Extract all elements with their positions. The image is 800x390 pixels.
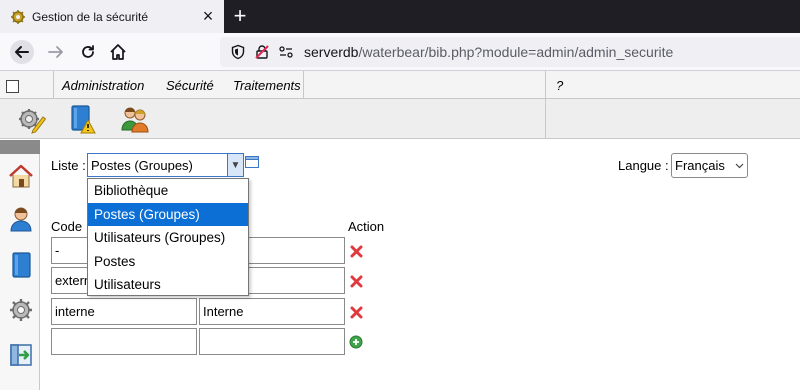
sidebar-settings-button[interactable] (6, 295, 36, 325)
back-button[interactable] (8, 38, 36, 66)
forward-arrow-icon (48, 46, 63, 58)
new-label-input[interactable] (199, 328, 345, 355)
user-icon (10, 207, 32, 232)
dropdown-option-utilisateurs[interactable]: Utilisateurs (88, 273, 248, 297)
dropdown-option-postes-groupes[interactable]: Postes (Groupes) (88, 202, 248, 226)
sidebar-user-button[interactable] (6, 204, 36, 234)
toolbar-divider (545, 99, 546, 139)
langue-select[interactable]: Français (671, 153, 748, 178)
delete-icon[interactable] (348, 304, 364, 320)
liste-select-value: Postes (Groupes) (91, 157, 193, 173)
code-input[interactable]: interne (51, 298, 197, 325)
window-icon[interactable] (245, 156, 259, 168)
langue-select-value: Français (675, 158, 725, 173)
tab-title: Gestion de la sécurité (32, 9, 149, 24)
sidebar-header-bar (0, 140, 40, 154)
home-nav-icon (110, 44, 126, 60)
url-text: serverdb/waterbear/bib.php?module=admin/… (304, 44, 673, 60)
settings-icon (10, 299, 32, 321)
liste-label: Liste : (51, 158, 86, 173)
app-toolbar (0, 99, 800, 139)
settings-pencil-icon (19, 109, 46, 134)
forward-button[interactable] (42, 38, 70, 66)
book-warning-icon (71, 105, 96, 134)
sidebar-book-button[interactable] (6, 250, 36, 280)
liste-dropdown: Bibliothèque Postes (Groupes) Utilisateu… (87, 178, 249, 296)
langue-label: Langue : (618, 158, 669, 173)
shield-icon[interactable] (228, 42, 248, 62)
delete-icon[interactable] (348, 243, 364, 259)
label-input[interactable]: Interne (199, 298, 345, 325)
menu-item-traitements[interactable]: Traitements (233, 78, 301, 93)
menu-item-securite[interactable]: Sécurité (166, 78, 214, 93)
url-host: serverdb (304, 44, 359, 60)
back-arrow-icon (10, 40, 34, 64)
new-code-input[interactable] (51, 328, 197, 355)
sidebar-exit-button[interactable] (6, 340, 36, 370)
left-sidebar (0, 140, 40, 390)
gear-favicon-icon (10, 9, 26, 25)
browser-navbar: serverdb/waterbear/bib.php?module=admin/… (0, 33, 800, 71)
browser-tab[interactable]: Gestion de la sécurité × (0, 0, 224, 33)
book-warning-button[interactable] (65, 103, 99, 135)
exit-icon (10, 344, 32, 366)
column-header-code: Code (51, 219, 83, 234)
insecure-lock-icon[interactable] (252, 42, 272, 62)
menu-divider (545, 71, 546, 98)
home-button[interactable] (104, 38, 132, 66)
add-icon[interactable] (348, 334, 364, 350)
chevron-down-icon (731, 154, 747, 177)
home-icon (9, 164, 33, 188)
column-header-action: Action (348, 219, 385, 234)
menu-divider (303, 71, 304, 98)
liste-select[interactable]: Postes (Groupes) ▼ (87, 153, 244, 177)
menu-checkbox[interactable] (6, 80, 19, 93)
dropdown-option-utilisateurs-groupes[interactable]: Utilisateurs (Groupes) (88, 226, 248, 250)
reload-icon (82, 45, 94, 58)
address-bar[interactable]: serverdb/waterbear/bib.php?module=admin/… (220, 37, 800, 67)
menu-item-administration[interactable]: Administration (62, 78, 144, 93)
users-button[interactable] (118, 103, 152, 135)
dropdown-option-postes[interactable]: Postes (88, 250, 248, 274)
permissions-icon[interactable] (276, 42, 296, 62)
dropdown-option-bibliotheque[interactable]: Bibliothèque (88, 179, 248, 203)
browser-tabbar: Gestion de la sécurité × + (0, 0, 800, 33)
chevron-down-icon: ▼ (227, 154, 243, 176)
book-icon (12, 252, 31, 278)
new-tab-icon[interactable]: + (228, 3, 252, 28)
settings-pencil-button[interactable] (14, 103, 48, 135)
app-menubar: Administration Sécurité Traitements ? (0, 71, 800, 99)
close-tab-icon[interactable]: × (196, 5, 220, 29)
menu-divider (53, 71, 54, 98)
sidebar-home-button[interactable] (6, 161, 36, 191)
menu-item-help[interactable]: ? (556, 78, 563, 93)
url-path: /waterbear/bib.php?module=admin/admin_se… (358, 44, 674, 60)
users-icon (121, 107, 149, 133)
reload-button[interactable] (74, 38, 102, 66)
delete-icon[interactable] (348, 273, 364, 289)
